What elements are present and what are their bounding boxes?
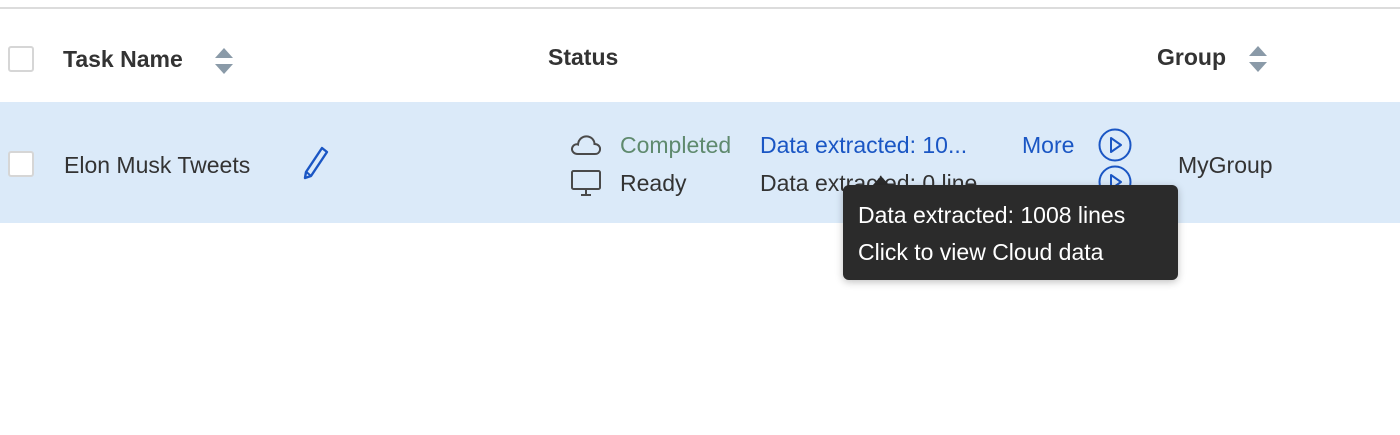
- play-circle-icon[interactable]: [1097, 127, 1133, 163]
- cloud-data-link[interactable]: Data extracted: 10...: [760, 134, 967, 157]
- cloud-status-text: Completed: [620, 132, 732, 158]
- task-table: Task Name Status Group Elon Musk Tweets …: [0, 0, 1400, 435]
- header-status: Status: [548, 44, 619, 70]
- tooltip-line-2: Click to view Cloud data: [858, 239, 1104, 265]
- cloud-data-tooltip: [843, 185, 1178, 280]
- more-link[interactable]: More: [1022, 134, 1074, 157]
- group-cell: MyGroup: [1178, 152, 1273, 178]
- header-task-name[interactable]: Task Name: [63, 48, 183, 71]
- monitor-icon: [571, 170, 601, 196]
- tooltip-line-1: Data extracted: 1008 lines: [858, 202, 1126, 228]
- select-all-checkbox[interactable]: [8, 46, 34, 72]
- header-group[interactable]: Group: [1157, 46, 1226, 69]
- task-name-sort-icon[interactable]: [214, 46, 234, 76]
- row-checkbox[interactable]: [8, 151, 34, 177]
- table-top-divider: [0, 7, 1400, 9]
- group-sort-icon[interactable]: [1248, 44, 1268, 74]
- local-status-text: Ready: [620, 170, 687, 196]
- pencil-icon[interactable]: [302, 145, 330, 181]
- task-name-cell[interactable]: Elon Musk Tweets: [64, 154, 250, 177]
- cloud-icon: [571, 135, 602, 155]
